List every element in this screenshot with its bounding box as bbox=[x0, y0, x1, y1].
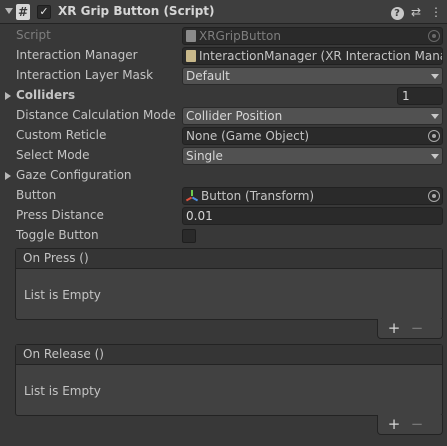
custom-reticle-field[interactable]: None (Game Object) bbox=[182, 127, 443, 145]
remove-event-button[interactable]: − bbox=[407, 319, 427, 339]
on-release-header: On Release () bbox=[16, 345, 442, 365]
row-press-distance: Press Distance 0.01 bbox=[0, 206, 447, 226]
object-picker-icon bbox=[428, 30, 440, 42]
help-icon[interactable]: ? bbox=[389, 4, 405, 20]
fold-right-icon[interactable] bbox=[5, 172, 11, 180]
press-distance-label: Press Distance bbox=[16, 208, 104, 222]
row-toggle-button: Toggle Button bbox=[0, 226, 447, 246]
interaction-manager-value: InteractionManager (XR Interaction Mana bbox=[199, 49, 443, 63]
on-press-empty-text: List is Empty bbox=[24, 288, 101, 302]
script-icon: # bbox=[16, 4, 30, 20]
component-header: # ✓ XR Grip Button (Script) ? ⇄ ⋮ bbox=[0, 0, 447, 24]
component-menu-icon[interactable]: ⋮ bbox=[428, 4, 444, 20]
button-label: Button bbox=[16, 188, 57, 202]
row-distance-calculation-mode: Distance Calculation Mode Collider Posit… bbox=[0, 106, 447, 126]
interaction-manager-icon bbox=[186, 50, 196, 62]
transform-icon bbox=[185, 190, 199, 202]
on-press-header: On Press () bbox=[16, 249, 442, 269]
button-value: Button (Transform) bbox=[201, 189, 315, 203]
custom-reticle-value: None (Game Object) bbox=[186, 129, 310, 143]
script-label: Script bbox=[16, 28, 51, 42]
colliders-label[interactable]: Colliders bbox=[16, 88, 75, 102]
row-custom-reticle: Custom Reticle None (Game Object) bbox=[0, 126, 447, 146]
toggle-button-label: Toggle Button bbox=[16, 228, 99, 242]
row-interaction-layer-mask: Interaction Layer Mask Default bbox=[0, 66, 447, 86]
select-mode-dropdown[interactable]: Single bbox=[182, 147, 443, 165]
toggle-button-checkbox[interactable] bbox=[182, 229, 196, 243]
interaction-manager-field[interactable]: InteractionManager (XR Interaction Mana bbox=[182, 47, 443, 65]
script-asset-icon bbox=[186, 30, 196, 42]
remove-event-button[interactable]: − bbox=[407, 415, 427, 435]
add-event-button[interactable]: + bbox=[384, 319, 404, 339]
distance-calc-value: Collider Position bbox=[186, 109, 283, 123]
interaction-layer-mask-value: Default bbox=[186, 69, 230, 83]
on-press-footer: + − bbox=[377, 319, 443, 339]
distance-calc-label: Distance Calculation Mode bbox=[16, 108, 176, 122]
gaze-configuration-label[interactable]: Gaze Configuration bbox=[16, 168, 132, 182]
row-colliders[interactable]: Colliders 1 bbox=[0, 86, 447, 106]
select-mode-value: Single bbox=[186, 149, 223, 163]
fold-right-icon[interactable] bbox=[5, 92, 11, 100]
presets-icon[interactable]: ⇄ bbox=[408, 4, 424, 20]
row-button: Button Button (Transform) bbox=[0, 186, 447, 206]
row-gaze-configuration[interactable]: Gaze Configuration bbox=[0, 166, 447, 186]
object-picker-icon[interactable] bbox=[428, 190, 440, 202]
on-release-empty-text: List is Empty bbox=[24, 384, 101, 398]
interaction-layer-mask-dropdown[interactable]: Default bbox=[182, 67, 443, 85]
colliders-count-field[interactable]: 1 bbox=[397, 87, 443, 105]
button-field[interactable]: Button (Transform) bbox=[182, 187, 443, 205]
object-picker-icon[interactable] bbox=[428, 130, 440, 142]
interaction-layer-mask-label: Interaction Layer Mask bbox=[16, 68, 154, 82]
row-select-mode: Select Mode Single bbox=[0, 146, 447, 166]
on-release-event-list: On Release () List is Empty bbox=[15, 344, 443, 416]
row-interaction-manager: Interaction Manager InteractionManager (… bbox=[0, 46, 447, 66]
add-event-button[interactable]: + bbox=[384, 415, 404, 435]
row-script: Script XRGripButton bbox=[0, 26, 447, 46]
dropdown-arrow-icon bbox=[431, 74, 439, 79]
custom-reticle-label: Custom Reticle bbox=[16, 128, 107, 142]
fold-down-icon[interactable] bbox=[5, 8, 13, 14]
dropdown-arrow-icon bbox=[431, 154, 439, 159]
on-press-event-list: On Press () List is Empty bbox=[15, 248, 443, 320]
on-release-footer: + − bbox=[377, 415, 443, 435]
script-value: XRGripButton bbox=[199, 29, 281, 43]
dropdown-arrow-icon bbox=[431, 114, 439, 119]
component-title: XR Grip Button (Script) bbox=[58, 4, 215, 18]
press-distance-field[interactable]: 0.01 bbox=[182, 207, 443, 225]
select-mode-label: Select Mode bbox=[16, 148, 90, 162]
script-field: XRGripButton bbox=[182, 27, 443, 45]
interaction-manager-label: Interaction Manager bbox=[16, 48, 138, 62]
component-enabled-checkbox[interactable]: ✓ bbox=[37, 5, 51, 19]
distance-calc-dropdown[interactable]: Collider Position bbox=[182, 107, 443, 125]
